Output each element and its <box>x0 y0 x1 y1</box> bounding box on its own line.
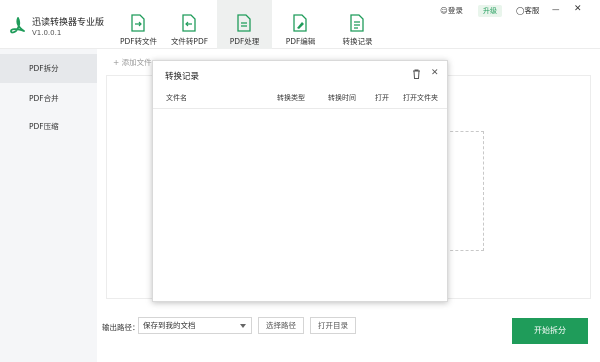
output-path-select[interactable]: 保存到我的文档 <box>138 317 252 334</box>
pdf-edit-icon <box>293 14 307 32</box>
column-header: 打开文件夹 <box>403 94 438 102</box>
pdf-to-file-icon <box>131 14 145 32</box>
column-header: 打开 <box>375 94 389 102</box>
chevron-down-icon <box>240 324 246 328</box>
open-directory-button[interactable]: 打开目录 <box>310 317 356 334</box>
column-header: 转换类型 <box>277 94 305 102</box>
upgrade-button[interactable]: 升级 <box>478 5 502 17</box>
sidebar-item-pdf-merge[interactable]: PDF合并 <box>0 84 97 113</box>
record-table-header: 文件名 转换类型 转换时间 打开 打开文件夹 <box>153 87 447 109</box>
file-to-pdf-icon <box>182 14 196 32</box>
tab-pdf-edit[interactable]: PDF编辑 <box>273 0 328 49</box>
close-window-button[interactable]: ✕ <box>574 4 582 14</box>
start-split-button[interactable]: 开始拆分 <box>512 318 588 344</box>
tab-convert-record[interactable]: 转换记录 <box>330 0 385 49</box>
app-header: 迅读转换器专业版 V1.0.0.1 PDF转文件 文件转PDF PDF处理 PD… <box>0 0 600 49</box>
drop-zone-outline <box>445 131 484 251</box>
tab-label: 文件转PDF <box>170 37 209 46</box>
app-version: V1.0.0.1 <box>32 29 62 37</box>
app-name: 迅读转换器专业版 <box>32 18 105 28</box>
trash-icon[interactable] <box>412 69 421 79</box>
support-label: 客服 <box>524 6 540 15</box>
sidebar-item-pdf-compress[interactable]: PDF压缩 <box>0 112 97 141</box>
output-path-value: 保存到我的文档 <box>143 321 196 330</box>
pdf-process-icon <box>237 14 251 32</box>
login-label: 登录 <box>447 6 463 15</box>
user-icon: ☺ <box>440 6 448 15</box>
dialog-title: 转换记录 <box>165 72 200 82</box>
sidebar-item-pdf-split[interactable]: PDF拆分 <box>0 54 97 83</box>
tab-label: PDF处理 <box>229 37 260 46</box>
close-icon[interactable]: ✕ <box>431 68 439 78</box>
choose-path-button[interactable]: 选择路径 <box>258 317 304 334</box>
convert-record-dialog: 转换记录 ✕ 文件名 转换类型 转换时间 打开 打开文件夹 <box>152 60 448 302</box>
column-header: 转换时间 <box>328 94 356 102</box>
add-file-button[interactable]: + 添加文件 <box>113 57 152 68</box>
tab-pdf-to-file[interactable]: PDF转文件 <box>111 0 166 49</box>
tab-pdf-process[interactable]: PDF处理 <box>217 0 272 49</box>
tab-label: 转换记录 <box>342 37 373 46</box>
minimize-button[interactable]: — <box>552 5 560 14</box>
column-header: 文件名 <box>166 94 187 102</box>
tab-label: PDF编辑 <box>285 37 316 46</box>
app-logo-icon <box>10 17 25 34</box>
support-link[interactable]: ◯客服 <box>516 5 539 16</box>
convert-record-icon <box>350 14 364 32</box>
tab-label: PDF转文件 <box>119 37 158 46</box>
sidebar: PDF拆分 PDF合并 PDF压缩 <box>0 49 97 362</box>
output-path-label: 输出路径： <box>102 323 140 332</box>
login-link[interactable]: ☺登录 <box>440 5 463 16</box>
tab-file-to-pdf[interactable]: 文件转PDF <box>162 0 217 49</box>
